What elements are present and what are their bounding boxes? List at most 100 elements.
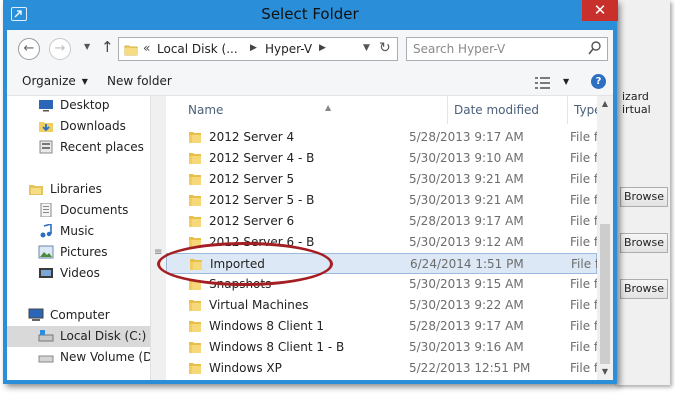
breadcrumb-hyper-v[interactable]: Hyper-V (265, 42, 312, 56)
search-box[interactable] (406, 37, 608, 61)
help-icon[interactable]: ? (591, 74, 606, 89)
folder-date-modified: 5/30/2013 9:10 AM (409, 151, 524, 165)
folder-icon (188, 361, 202, 378)
pictures-icon (38, 245, 54, 262)
folder-name: 2012 Server 6 (209, 214, 295, 228)
folder-row[interactable]: 2012 Server 6 5/28/2013 9:17 AM File fol (166, 211, 597, 232)
nav-item-libraries[interactable]: Libraries (7, 179, 150, 200)
nav-item-desktop[interactable]: Desktop (7, 96, 150, 116)
folder-date-modified: 5/30/2013 9:21 AM (409, 193, 524, 207)
nav-item-label: Pictures (60, 245, 108, 259)
folder-name: 2012 Server 5 (209, 172, 295, 186)
folder-row[interactable]: Windows 8 Client 1 - B 5/30/2013 9:16 AM F… (166, 337, 597, 358)
highlight-callout (157, 242, 333, 286)
folder-row[interactable]: 2012 Server 5 - B 5/30/2013 9:21 AM File f… (166, 190, 597, 211)
title-bar[interactable]: Select Folder ✕ (3, 0, 618, 30)
window-title: Select Folder (261, 5, 359, 23)
nav-item-documents[interactable]: Documents (7, 200, 150, 221)
address-bar[interactable]: « Local Disk (... ▶ Hyper-V ▶ ▼ ↻ (118, 37, 398, 61)
folder-icon (188, 214, 202, 231)
browse-button[interactable]: Browse (620, 233, 668, 253)
nav-item-label: Videos (60, 266, 100, 280)
nav-item-pictures[interactable]: Pictures (7, 242, 150, 263)
pane-splitter[interactable]: ≡ (150, 96, 166, 380)
select-folder-dialog: Select Folder ✕ ← → ▼ ↑ « Local Disk (..… (3, 0, 618, 384)
organize-button[interactable]: Organize ▼ (22, 74, 88, 88)
folder-date-modified: 5/30/2013 9:22 AM (409, 298, 524, 312)
browse-button[interactable]: Browse (620, 187, 668, 207)
nav-item-downloads[interactable]: Downloads (7, 116, 150, 137)
folder-type: File fol (570, 214, 597, 228)
folder-type: File fol (570, 193, 597, 207)
nav-item-label: Desktop (60, 98, 110, 112)
nav-item-label: New Volume (D:) (60, 350, 150, 364)
column-header-name[interactable]: Name ▲ (182, 96, 448, 124)
folder-type: File fol (570, 172, 597, 186)
close-icon: ✕ (593, 1, 607, 19)
recent-locations-dropdown-icon[interactable]: ▼ (84, 42, 90, 51)
breadcrumb-separator-icon[interactable]: ▶ (319, 43, 326, 53)
recent-places-icon (38, 140, 54, 157)
folder-row[interactable]: Virtual Machines 5/30/2013 9:22 AM File fo… (166, 295, 597, 316)
folder-name: Windows XP (209, 361, 282, 375)
back-button[interactable]: ← (18, 38, 40, 60)
nav-item-new-volume-d[interactable]: New Volume (D:) (7, 347, 150, 368)
up-arrow-icon[interactable]: ↑ (101, 38, 114, 56)
address-dropdown-icon[interactable]: ▼ (363, 43, 370, 53)
folder-type: File fol (570, 151, 597, 165)
new-folder-button[interactable]: New folder (107, 74, 172, 88)
column-header-date-modified[interactable]: Date modified (448, 96, 568, 124)
folder-icon (188, 298, 202, 315)
folder-row[interactable]: 2012 Server 5 5/30/2013 9:21 AM File fol (166, 169, 597, 190)
scrollbar-thumb[interactable] (600, 224, 610, 364)
folder-icon (188, 193, 202, 210)
scroll-down-icon[interactable]: ▼ (597, 364, 613, 380)
nav-item-label: Downloads (60, 119, 126, 133)
folder-icon (188, 319, 202, 336)
nav-item-recent-places[interactable]: Recent places (7, 137, 150, 158)
libraries-icon (28, 182, 44, 199)
vertical-scrollbar[interactable]: ▲ ▼ (597, 96, 613, 380)
folder-row[interactable]: Windows 8 Client 1 5/28/2013 9:17 AM File … (166, 316, 597, 337)
folder-icon (188, 130, 202, 147)
folder-date-modified: 6/24/2014 1:51 PM (410, 257, 524, 271)
nav-item-videos[interactable]: Videos (7, 263, 150, 284)
folder-date-modified: 5/30/2013 9:16 AM (409, 340, 524, 354)
folder-type: File fol (570, 361, 597, 375)
folder-row[interactable]: 2012 Server 4 - B 5/30/2013 9:10 AM File f… (166, 148, 597, 169)
breadcrumb-local-disk[interactable]: Local Disk (... (157, 42, 238, 56)
wizard-text-line: izard (622, 90, 649, 103)
close-button[interactable]: ✕ (582, 0, 618, 21)
folder-row[interactable]: Windows XP 5/22/2013 12:51 PM File fol (166, 358, 597, 379)
folder-date-modified: 5/28/2013 9:17 AM (409, 130, 524, 144)
view-options-icon[interactable] (535, 75, 551, 94)
folder-icon (188, 172, 202, 189)
column-header-label: Name (188, 103, 224, 117)
folder-row[interactable]: 2012 Server 4 5/28/2013 9:17 AM File fol (166, 127, 597, 148)
music-icon (38, 222, 54, 241)
search-input[interactable] (413, 41, 583, 57)
breadcrumb-overflow[interactable]: « (143, 41, 150, 55)
organize-label: Organize (22, 74, 76, 88)
scroll-up-icon[interactable]: ▲ (597, 96, 613, 112)
dialog-client-area: ← → ▼ ↑ « Local Disk (... ▶ Hyper-V ▶ ▼ … (7, 30, 613, 380)
folder-name: 2012 Server 5 - B (209, 193, 315, 207)
view-dropdown-icon[interactable]: ▼ (563, 77, 569, 86)
folder-date-modified: 5/30/2013 9:21 AM (409, 172, 524, 186)
search-icon[interactable] (588, 40, 602, 60)
column-header-type[interactable]: Type (568, 96, 597, 124)
forward-button[interactable]: → (49, 38, 71, 60)
browse-button[interactable]: Browse (620, 279, 668, 299)
nav-item-local-disk-c[interactable]: Local Disk (C:) (7, 326, 150, 347)
breadcrumb-separator-icon[interactable]: ▶ (250, 43, 257, 53)
folder-type: File fol (570, 235, 597, 249)
folder-date-modified: 5/30/2013 9:12 AM (409, 235, 524, 249)
refresh-icon[interactable]: ↻ (379, 40, 391, 56)
folder-type: File fol (571, 257, 597, 271)
folder-type: File fol (570, 130, 597, 144)
nav-item-computer[interactable]: Computer (7, 305, 150, 326)
nav-item-music[interactable]: Music (7, 221, 150, 242)
command-bar: Organize ▼ New folder ▼ ? (7, 68, 613, 96)
nav-item-label: Recent places (60, 140, 144, 154)
videos-icon (38, 266, 54, 283)
